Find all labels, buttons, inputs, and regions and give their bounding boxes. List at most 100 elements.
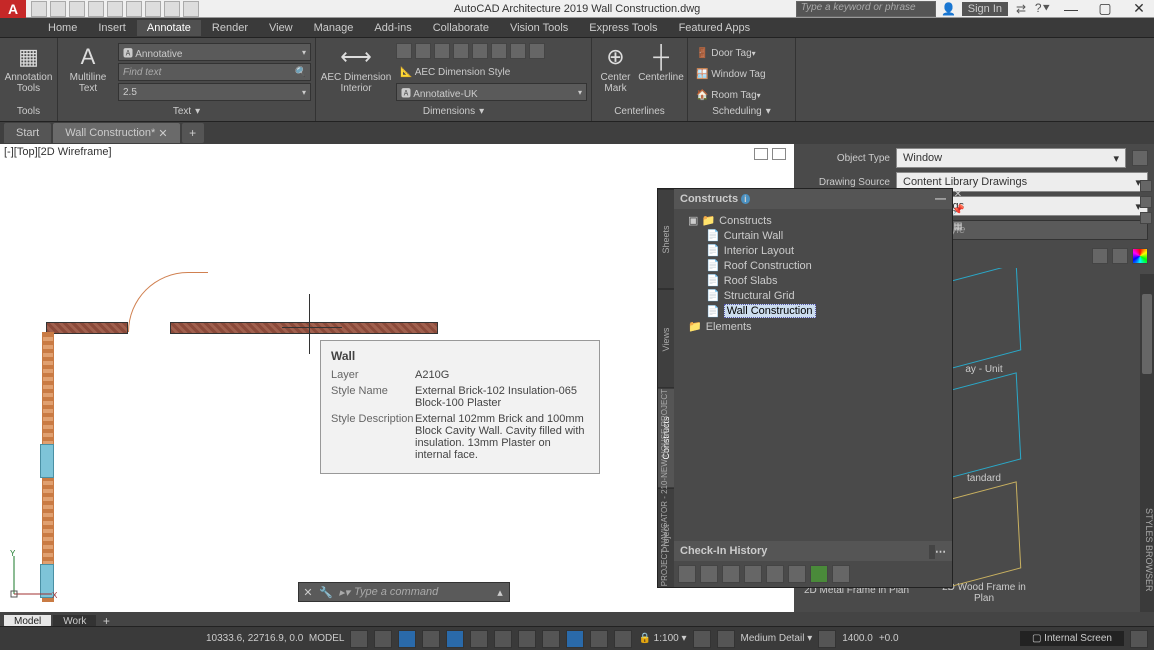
projnav-tab-sheets[interactable]: Sheets [658, 189, 674, 289]
qat-save-icon[interactable] [69, 1, 85, 17]
account-icon[interactable]: 👤 [940, 1, 958, 17]
maximize-button[interactable]: ▢ [1090, 0, 1120, 18]
sign-in-button[interactable]: Sign In [962, 2, 1008, 16]
center-mark-button[interactable]: ⊕ Center Mark [596, 40, 635, 94]
panel-dims-title[interactable]: Dimensions ▾ [320, 103, 587, 119]
wall-segment[interactable] [46, 322, 128, 334]
palette-pin-icon[interactable]: 📌 [952, 205, 964, 217]
palette-close-icon[interactable]: ✕ [952, 189, 964, 201]
object-filter-icon[interactable] [1132, 150, 1148, 166]
pn-list-icon[interactable] [788, 565, 806, 583]
view-shade-icon[interactable] [1112, 248, 1128, 264]
tree-item[interactable]: 📄 Curtain Wall [678, 228, 948, 243]
linear-dim-icon[interactable] [396, 43, 412, 59]
vp-max-icon[interactable] [772, 148, 786, 160]
text-height-combo[interactable]: 2.5▾ [118, 83, 311, 101]
tab-collaborate[interactable]: Collaborate [423, 20, 499, 36]
lineweight-icon[interactable] [518, 630, 536, 648]
window-tag-button[interactable]: 🪟 Window Tag [692, 65, 770, 83]
tree-item[interactable]: 📄 Roof Construction [678, 258, 948, 273]
radius-dim-icon[interactable] [472, 43, 488, 59]
infocenter-search[interactable]: Type a keyword or phrase [796, 1, 936, 17]
coordinates-display[interactable]: 10333.6, 22716.9, 0.0 MODEL [206, 633, 344, 644]
tab-render[interactable]: Render [202, 20, 258, 36]
grid-icon[interactable] [350, 630, 368, 648]
projnav-minimize-icon[interactable]: — [935, 193, 946, 205]
scale-display[interactable]: 🔒 1:100 ▾ [638, 633, 686, 644]
minimize-button[interactable]: — [1056, 0, 1086, 18]
qat-styles-icon[interactable] [183, 1, 199, 17]
panel-sched-title[interactable]: Scheduling ▾ [692, 104, 791, 119]
pn-close-icon[interactable] [832, 565, 850, 583]
annoscale-icon[interactable] [614, 630, 632, 648]
close-button[interactable]: ✕ [1124, 0, 1154, 18]
dim-style-row[interactable]: 📐 AEC Dimension Style [396, 63, 587, 81]
angular-dim-icon[interactable] [434, 43, 450, 59]
iso-icon[interactable] [446, 630, 464, 648]
view-grid-icon[interactable] [1092, 248, 1108, 264]
find-text-input[interactable]: Find text🔍 [118, 63, 311, 81]
elevation-value[interactable]: 1400.0 [842, 633, 873, 644]
centerline-button[interactable]: ┼ Centerline [639, 40, 683, 83]
pn-refresh-icon[interactable] [678, 565, 696, 583]
command-line[interactable]: ✕ 🔧 ▸▾ Type a command ▴ [298, 582, 510, 602]
tree-root[interactable]: ▣ 📁 Constructs [678, 213, 948, 228]
osnap-icon[interactable] [470, 630, 488, 648]
object-type-combo[interactable]: Window▾ [896, 148, 1126, 168]
qat-open-icon[interactable] [50, 1, 66, 17]
tree-item-selected[interactable]: 📄 Wall Construction [678, 303, 948, 319]
door-tag-button[interactable]: 🚪 Door Tag▾ [692, 44, 760, 62]
cycle-icon[interactable] [566, 630, 584, 648]
info-icon[interactable]: i [741, 194, 750, 204]
exchange-icon[interactable]: ⇄ [1012, 1, 1030, 17]
tree-elements[interactable]: 📁 Elements [678, 319, 948, 334]
detail-level[interactable]: Medium Detail ▾ [741, 633, 813, 644]
wall-segment[interactable] [170, 322, 438, 334]
tab-manage[interactable]: Manage [304, 20, 364, 36]
tab-home[interactable]: Home [38, 20, 87, 36]
elevation-offset[interactable]: +0.0 [879, 633, 899, 644]
tab-annotate[interactable]: Annotate [137, 20, 201, 36]
transparency-icon[interactable] [542, 630, 560, 648]
elevation-icon[interactable] [818, 630, 836, 648]
screen-layout-display[interactable]: ▢ Internal Screen [1020, 631, 1124, 646]
checkin-menu-icon[interactable]: ⋯ [935, 546, 946, 558]
ordinate-dim-icon[interactable] [529, 43, 545, 59]
cmd-close-icon[interactable]: ✕ [299, 586, 317, 599]
window-opening[interactable] [40, 444, 54, 478]
pn-open-icon[interactable] [700, 565, 718, 583]
qat-new-icon[interactable] [31, 1, 47, 17]
qat-undo-icon[interactable] [126, 1, 142, 17]
aligned-dim-icon[interactable] [415, 43, 431, 59]
door-swing[interactable] [128, 272, 208, 332]
cut-plane-icon[interactable] [717, 630, 735, 648]
checkin-history-header[interactable]: Check-In History ⋯ [674, 541, 952, 561]
doctab-start[interactable]: Start [4, 123, 51, 143]
pn-sync-icon[interactable] [766, 565, 784, 583]
annotation-icon[interactable] [590, 630, 608, 648]
customize-icon[interactable] [1130, 630, 1148, 648]
room-tag-button[interactable]: 🏠 Room Tag▾ [692, 86, 765, 104]
pn-repath-icon[interactable] [744, 565, 762, 583]
cmd-expand-icon[interactable]: ▴ [491, 586, 509, 599]
palette-menu-icon[interactable]: ▦ [952, 221, 964, 233]
gear-icon[interactable] [693, 630, 711, 648]
tab-view[interactable]: View [259, 20, 303, 36]
palette-pin-icon[interactable] [1140, 212, 1152, 224]
tab-express-tools[interactable]: Express Tools [579, 20, 667, 36]
help-icon[interactable]: ?⯆ [1034, 1, 1052, 17]
palette-close-icon[interactable] [1140, 180, 1152, 192]
otrack-icon[interactable] [494, 630, 512, 648]
annotation-tools-button[interactable]: ▦ Annotation Tools [4, 40, 53, 94]
aec-dimension-button[interactable]: ⟷ AEC Dimension Interior [320, 40, 392, 94]
qat-saveas-icon[interactable] [88, 1, 104, 17]
ortho-icon[interactable] [398, 630, 416, 648]
arc-dim-icon[interactable] [453, 43, 469, 59]
pn-xref-icon[interactable] [722, 565, 740, 583]
polar-icon[interactable] [422, 630, 440, 648]
qat-redo-icon[interactable] [145, 1, 161, 17]
tab-vision-tools[interactable]: Vision Tools [500, 20, 578, 36]
qat-project-icon[interactable] [164, 1, 180, 17]
tree-item[interactable]: 📄 Interior Layout [678, 243, 948, 258]
multiline-text-button[interactable]: A Multiline Text [62, 40, 114, 94]
